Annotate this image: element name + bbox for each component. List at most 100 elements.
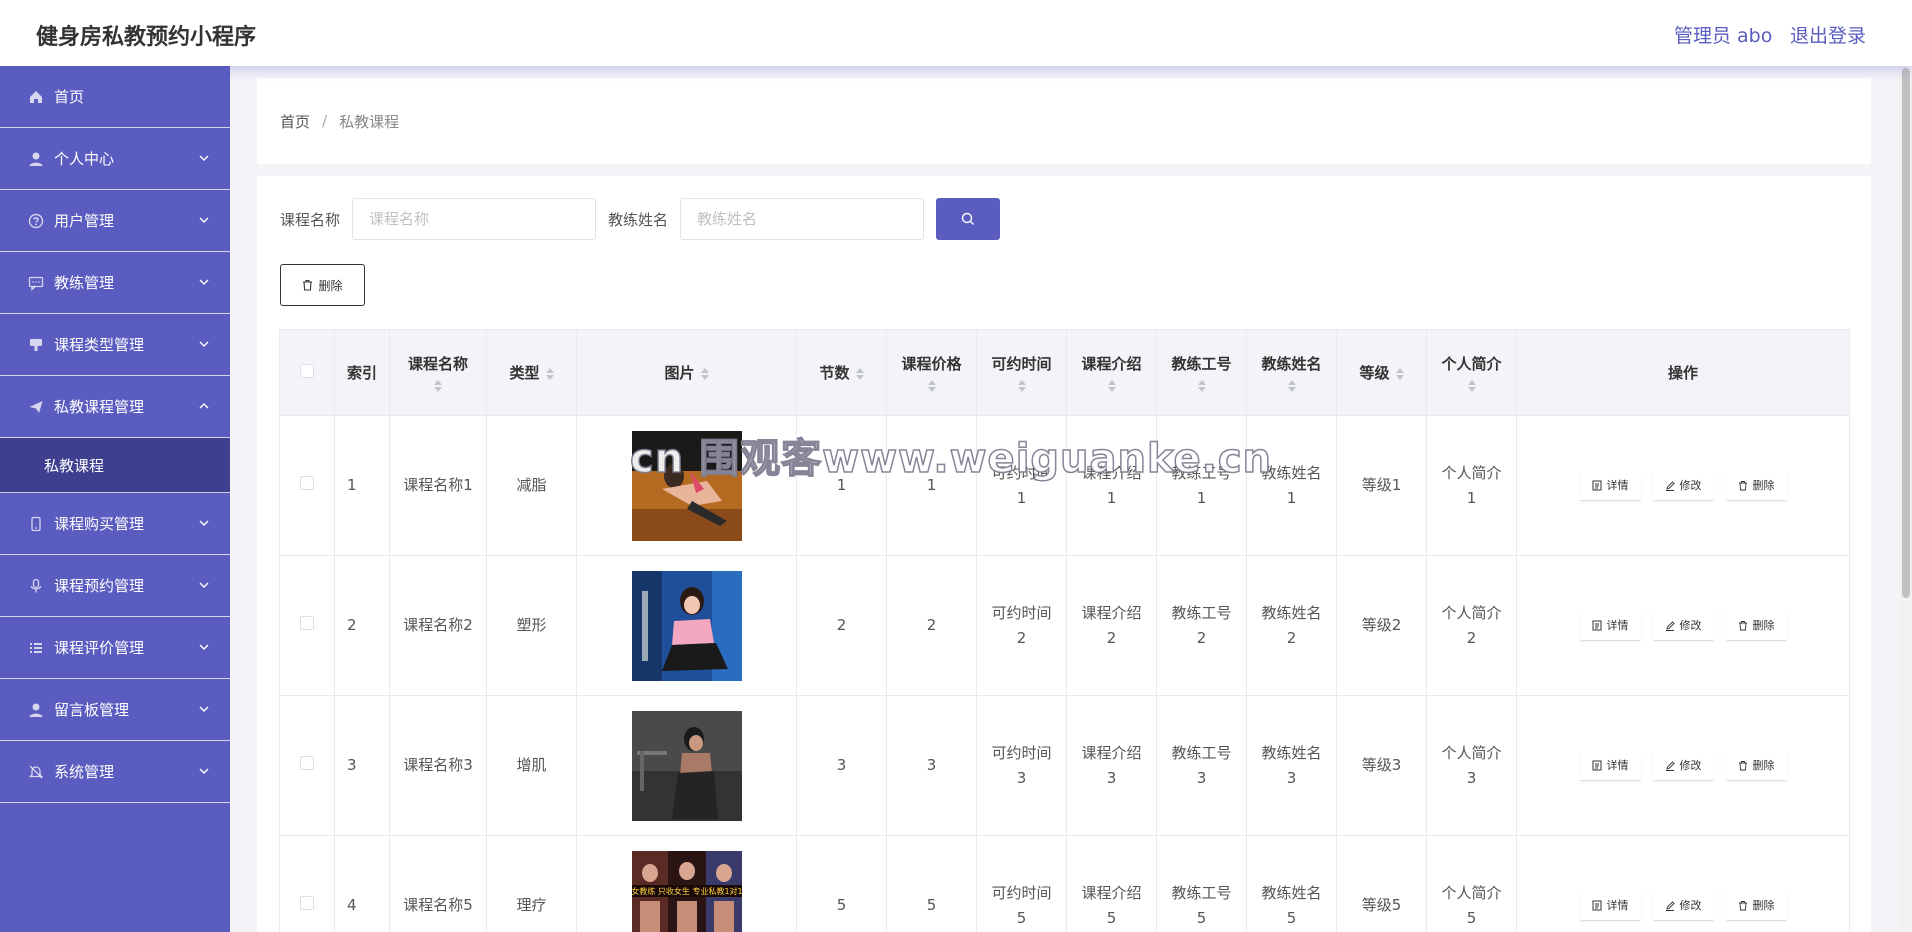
cell-coach-name: 教练姓名 1 <box>1246 415 1337 556</box>
sidebar-item-home[interactable]: 首页 <box>0 66 230 128</box>
row-select-cell <box>279 835 335 932</box>
cell-bio-text: 个人简介 <box>1441 463 1502 482</box>
cell-time-text: 可约时间 <box>991 743 1052 762</box>
detail-button[interactable]: 详情 <box>1579 890 1641 921</box>
course-thumbnail[interactable] <box>631 430 742 541</box>
sidebar-item-private-courses[interactable]: 私教课程管理 <box>0 376 230 438</box>
send-icon <box>28 399 44 415</box>
breadcrumb-home[interactable]: 首页 <box>280 111 310 132</box>
page-scrollbar[interactable] <box>1900 66 1912 932</box>
row-checkbox[interactable] <box>300 896 314 910</box>
sort-icon[interactable] <box>700 367 709 380</box>
sidebar-item-course-reviews[interactable]: 课程评价管理 <box>0 617 230 679</box>
sort-icon[interactable] <box>1017 380 1026 392</box>
header-price-label: 课程价格 <box>901 355 962 373</box>
cell-bio-text: 个人简介 <box>1441 743 1502 762</box>
header-image[interactable]: 图片 <box>576 329 797 416</box>
select-all-checkbox[interactable] <box>300 363 314 378</box>
cell-coach-name: 教练姓名 5 <box>1246 835 1337 932</box>
delete-button[interactable]: 删除 <box>1725 610 1787 641</box>
sidebar-subitem-private-course[interactable]: 私教课程 <box>0 438 230 493</box>
course-thumbnail[interactable]: 女教练 只收女生 专业私教1对1 <box>631 850 742 932</box>
cell-intro-text: 课程介绍 <box>1081 883 1142 902</box>
cell-price: 3 <box>886 695 977 836</box>
sidebar-item-users[interactable]: 用户管理 <box>0 190 230 252</box>
sidebar-item-personal-center[interactable]: 个人中心 <box>0 128 230 190</box>
sidebar-item-course-booking[interactable]: 课程预约管理 <box>0 555 230 617</box>
header-coach-no[interactable]: 教练工号 <box>1156 329 1247 416</box>
header-coach-name-label: 教练姓名 <box>1261 355 1322 373</box>
sidebar-item-coaches[interactable]: 教练管理 <box>0 252 230 314</box>
sort-icon[interactable] <box>1395 367 1404 380</box>
cell-level: 等级1 <box>1336 415 1427 556</box>
sidebar-item-course-purchase[interactable]: 课程购买管理 <box>0 493 230 555</box>
delete-button[interactable]: 删除 <box>1725 890 1787 921</box>
header-sessions-label: 节数 <box>819 364 850 382</box>
sort-icon[interactable] <box>434 380 442 392</box>
cell-index: 3 <box>334 695 390 836</box>
sidebar-item-label: 首页 <box>54 88 85 106</box>
detail-button[interactable]: 详情 <box>1579 750 1641 781</box>
row-checkbox[interactable] <box>300 616 314 630</box>
course-name-input[interactable] <box>352 198 597 240</box>
cell-time-text: 可约时间 <box>991 603 1052 622</box>
trash-icon <box>1738 480 1748 491</box>
search-button[interactable] <box>936 198 1001 240</box>
sort-icon[interactable] <box>1107 380 1116 392</box>
header-level[interactable]: 等级 <box>1336 329 1427 416</box>
header-type[interactable]: 类型 <box>486 329 577 416</box>
edit-button[interactable]: 修改 <box>1652 610 1714 641</box>
delete-button[interactable]: 删除 <box>1725 470 1787 501</box>
delete-button[interactable]: 删除 <box>1725 750 1787 781</box>
header-price[interactable]: 课程价格 <box>886 329 977 416</box>
document-icon <box>1592 900 1602 911</box>
cell-price: 1 <box>886 415 977 556</box>
header-course-name[interactable]: 课程名称 <box>389 329 487 416</box>
delete-label: 删除 <box>1752 618 1775 632</box>
cell-coach-no-num: 1 <box>1196 488 1207 507</box>
edit-button[interactable]: 修改 <box>1652 750 1714 781</box>
sort-icon[interactable] <box>855 367 864 380</box>
sidebar-item-message-board[interactable]: 留言板管理 <box>0 679 230 741</box>
sort-icon[interactable] <box>1467 380 1476 392</box>
coach-name-input[interactable] <box>680 198 925 240</box>
sort-icon[interactable] <box>1287 380 1296 392</box>
header-coach-name[interactable]: 教练姓名 <box>1246 329 1337 416</box>
row-checkbox[interactable] <box>300 756 314 770</box>
list-icon <box>28 640 44 656</box>
logout-link[interactable]: 退出登录 <box>1790 21 1866 48</box>
cell-ops: 详情 修改 删除 <box>1516 695 1850 836</box>
edit-button[interactable]: 修改 <box>1652 470 1714 501</box>
header-time[interactable]: 可约时间 <box>976 329 1067 416</box>
phone-icon <box>28 516 44 532</box>
course-thumbnail[interactable] <box>631 570 742 681</box>
chevron-down-icon <box>199 582 209 588</box>
detail-button[interactable]: 详情 <box>1579 470 1641 501</box>
header-bio[interactable]: 个人简介 <box>1426 329 1517 416</box>
cell-ops: 详情 修改 删除 <box>1516 415 1850 556</box>
top-header: 健身房私教预约小程序 管理员 abo 退出登录 <box>0 0 1912 66</box>
bulk-delete-button[interactable]: 删除 <box>280 264 365 306</box>
header-intro-label: 课程介绍 <box>1081 355 1142 373</box>
sidebar-item-label: 个人中心 <box>54 150 115 168</box>
header-intro[interactable]: 课程介绍 <box>1066 329 1157 416</box>
sort-icon[interactable] <box>545 367 554 380</box>
sort-icon[interactable] <box>1197 380 1206 392</box>
header-sessions[interactable]: 节数 <box>796 329 887 416</box>
cell-bio-text: 个人简介 <box>1441 883 1502 902</box>
sidebar-item-system[interactable]: 系统管理 <box>0 741 230 803</box>
sidebar-item-course-types[interactable]: 课程类型管理 <box>0 314 230 376</box>
edit-label: 修改 <box>1679 758 1702 772</box>
row-checkbox[interactable] <box>300 476 314 490</box>
cell-coach-no-num: 3 <box>1196 768 1207 787</box>
edit-button[interactable]: 修改 <box>1652 890 1714 921</box>
scrollbar-thumb[interactable] <box>1902 68 1910 598</box>
course-thumbnail[interactable] <box>631 710 742 821</box>
cell-time-text: 可约时间 <box>991 463 1052 482</box>
sort-icon[interactable] <box>927 380 936 392</box>
cell-time-num: 2 <box>1016 628 1027 647</box>
delete-label: 删除 <box>1752 758 1775 772</box>
cell-intro: 课程介绍 5 <box>1066 835 1157 932</box>
detail-button[interactable]: 详情 <box>1579 610 1641 641</box>
admin-label: 管理员 abo <box>1674 25 1773 47</box>
